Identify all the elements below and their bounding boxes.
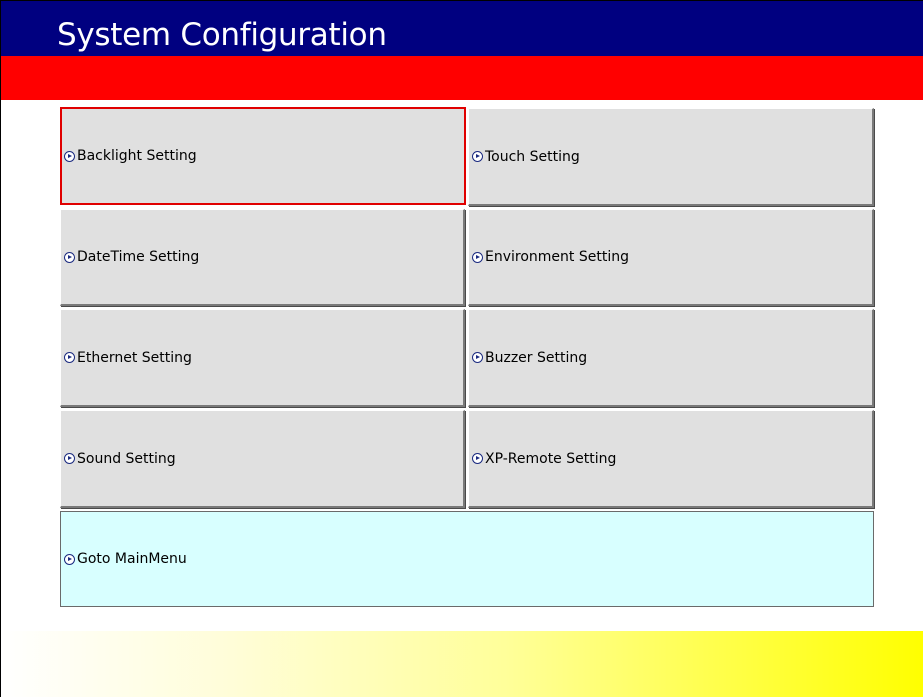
button-label: XP-Remote Setting <box>485 450 617 467</box>
sound-setting-button[interactable]: Sound Setting <box>60 410 465 508</box>
arrow-circle-icon <box>472 453 483 464</box>
button-label: Touch Setting <box>485 148 580 165</box>
button-label: Environment Setting <box>485 249 629 265</box>
arrow-circle-icon <box>472 151 483 162</box>
arrow-circle-icon <box>64 453 75 464</box>
backlight-setting-button[interactable]: Backlight Setting <box>60 107 466 205</box>
arrow-circle-icon <box>64 352 75 363</box>
button-label: Buzzer Setting <box>485 349 588 366</box>
touch-setting-button[interactable]: Touch Setting <box>468 108 874 206</box>
datetime-setting-button[interactable]: DateTime Setting <box>60 209 465 306</box>
button-label: Backlight Setting <box>77 148 197 164</box>
xp-remote-setting-button[interactable]: XP-Remote Setting <box>468 410 874 508</box>
arrow-circle-icon <box>64 251 75 263</box>
buzzer-setting-button[interactable]: Buzzer Setting <box>468 309 874 407</box>
ethernet-setting-button[interactable]: Ethernet Setting <box>60 309 465 407</box>
header-accent-bar <box>1 56 923 100</box>
goto-main-menu-button[interactable]: Goto MainMenu <box>60 511 874 607</box>
arrow-circle-icon <box>472 352 483 363</box>
button-label: Ethernet Setting <box>77 349 192 366</box>
button-label: DateTime Setting <box>77 249 200 265</box>
footer-gradient-band <box>1 631 923 697</box>
arrow-circle-icon <box>472 251 483 263</box>
environment-setting-button[interactable]: Environment Setting <box>468 209 874 306</box>
title-bar: System Configuration <box>1 1 923 56</box>
button-label: Goto MainMenu <box>77 551 187 567</box>
arrow-circle-icon <box>64 553 75 565</box>
arrow-circle-icon <box>64 150 75 162</box>
page-title: System Configuration <box>57 17 387 53</box>
button-label: Sound Setting <box>77 450 176 467</box>
